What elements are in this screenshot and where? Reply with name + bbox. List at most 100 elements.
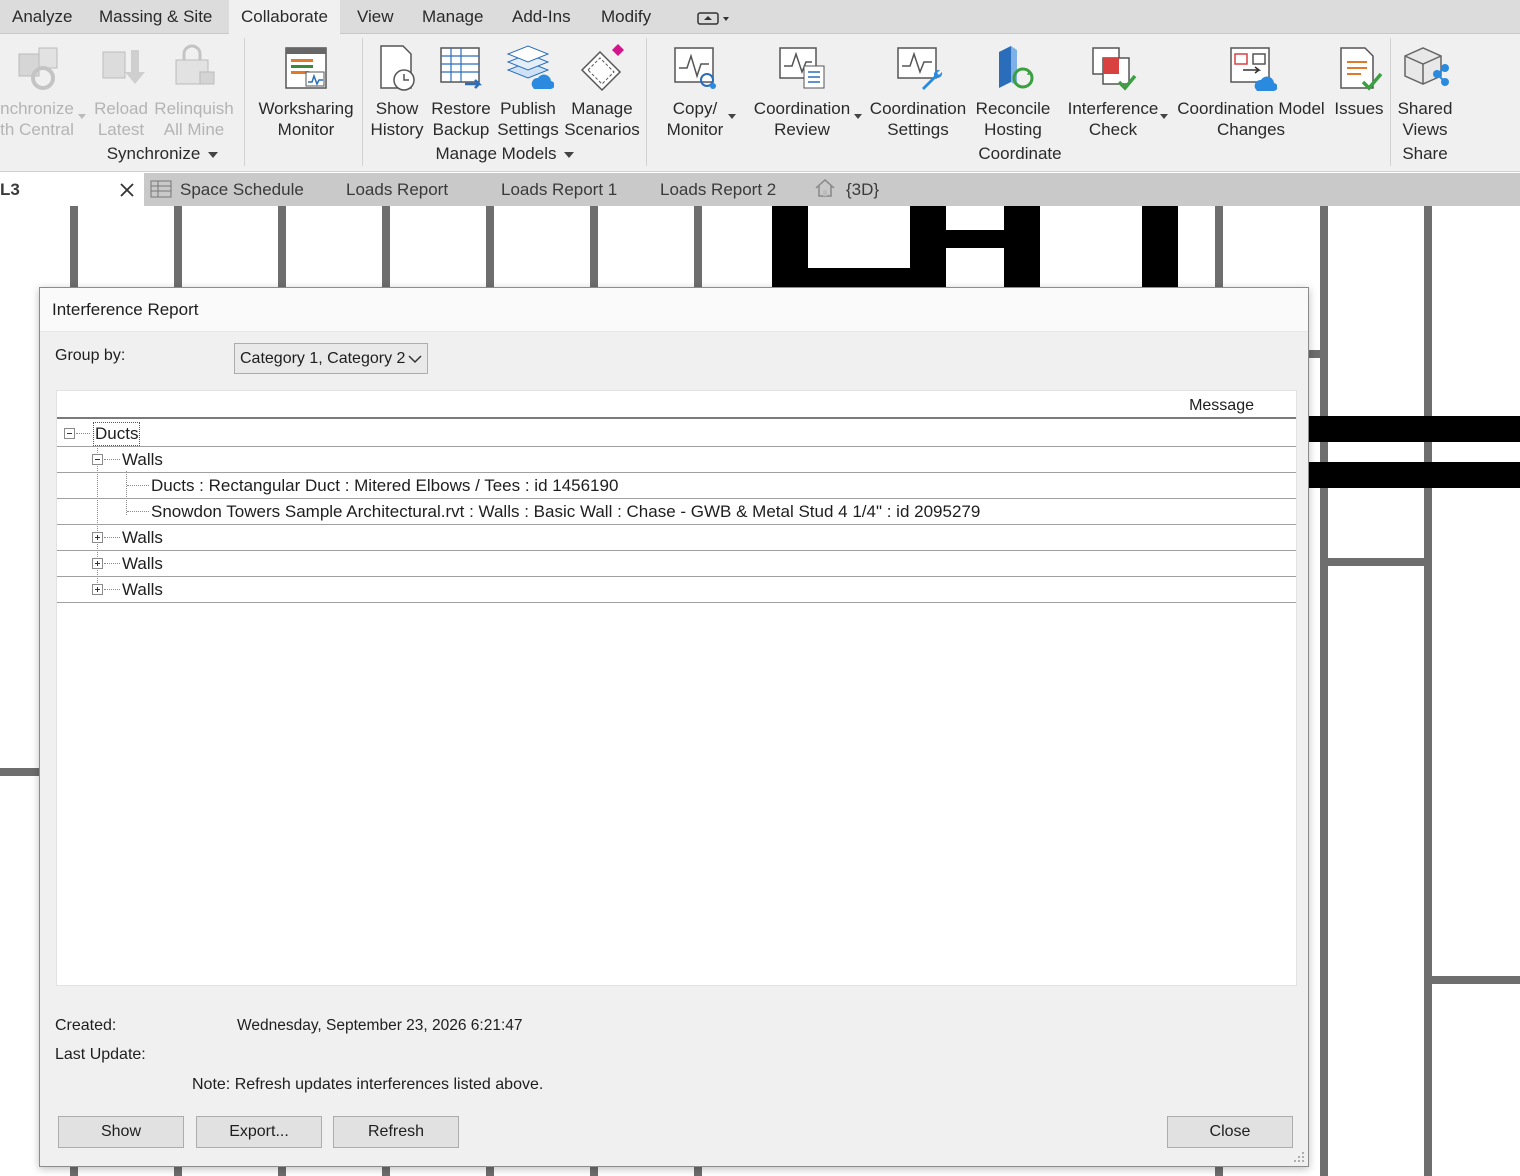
view-tab-bar: L3 Space Schedule Loads Report Loads Rep… [0,173,1520,207]
issues-button[interactable]: Issues [1332,40,1386,119]
show-history-button[interactable]: Show History [368,40,426,140]
coordination-model-changes-button[interactable]: Coordination Model Changes [1172,40,1330,140]
menu-add-ins[interactable]: Add-Ins [500,0,583,34]
tab-loads-report[interactable]: Loads Report [346,173,448,206]
refresh-note: Note: Refresh updates interferences list… [192,1076,544,1093]
message-column-header: Message [1189,397,1254,414]
tree-node-walls[interactable]: Walls [57,551,1296,577]
tree-column-header[interactable]: Message [57,391,1296,419]
reconcile-hosting-button[interactable]: Reconcile Hosting [972,40,1054,140]
group-by-value: Category 1, Category 2 [240,350,406,367]
dialog-title: Interference Report [52,300,199,319]
manage-scenarios-button[interactable]: Manage Scenarios [564,40,640,140]
coordination-review-icon [779,47,825,89]
copy-monitor-dropdown-arrow[interactable] [728,114,736,119]
tree-connector [127,511,149,512]
wall-element [910,206,946,288]
chevron-down-icon [408,355,422,364]
wall-line [1324,558,1424,566]
collapse-icon[interactable] [92,454,103,465]
interference-check-dropdown-arrow[interactable] [1160,114,1168,119]
tree-connector [76,433,90,434]
coordination-settings-icon [897,47,943,90]
tab-loads-report-2[interactable]: Loads Report 2 [660,173,776,206]
export-button[interactable]: Export... [196,1116,322,1148]
reload-latest-button[interactable]: Reload Latest [92,40,150,140]
group-by-label: Group by: [55,347,126,364]
restore-backup-icon [440,47,483,89]
refresh-button[interactable]: Refresh [333,1116,459,1148]
tree-leaf-interference[interactable]: Ducts : Rectangular Duct : Mitered Elbow… [57,473,1296,499]
last-update-label: Last Update: [55,1046,146,1063]
close-icon[interactable] [119,182,135,198]
contextual-tab-dropdown[interactable] [688,0,742,34]
ribbon: nchronize th Central Reload Latest Relin… [0,34,1520,172]
shared-views-button[interactable]: Shared Views [1394,40,1456,140]
group-by-select[interactable]: Category 1, Category 2 [234,343,428,374]
synchronize-with-central-button[interactable]: nchronize th Central [0,40,78,140]
wall-element [946,230,1040,248]
wall-element [1300,416,1520,442]
interference-tree[interactable]: Message Ducts Walls Ducts : Rectangular … [56,390,1297,986]
collapse-icon[interactable] [64,428,75,439]
reconcile-hosting-icon [999,46,1034,89]
interference-report-dialog: Interference Report Group by: Category 1… [39,287,1309,1167]
coordination-settings-button[interactable]: Coordination Settings [866,40,970,140]
show-button[interactable]: Show [58,1116,184,1148]
dialog-title-bar[interactable]: Interference Report [40,288,1308,332]
interference-check-button[interactable]: Interference Check [1064,40,1162,140]
resize-grip-icon[interactable] [1293,1151,1305,1163]
shared-views-icon [1404,47,1449,86]
tab-loads-report-1[interactable]: Loads Report 1 [501,173,617,206]
menu-manage[interactable]: Manage [410,0,495,34]
tab-space-schedule[interactable]: Space Schedule [150,173,304,206]
tree-node-walls[interactable]: Walls [57,577,1296,603]
menu-analyze[interactable]: Analyze [0,0,84,34]
wall-element [1300,462,1520,488]
tree-connector [127,485,149,486]
coordination-review-dropdown-arrow[interactable] [854,114,862,119]
relinquish-all-mine-button[interactable]: Relinquish All Mine [152,40,236,140]
manage-models-group-label[interactable]: Manage Models [395,144,615,164]
show-history-icon [380,45,415,91]
tab-3d[interactable]: {3D} [814,173,879,206]
worksharing-monitor-icon [285,47,327,89]
coordination-review-button[interactable]: Coordination Review [750,40,854,140]
tree-leaf-interference[interactable]: Snowdon Towers Sample Architectural.rvt … [57,499,1296,525]
issues-icon [1340,47,1383,91]
coordinate-group-label: Coordinate [978,144,1062,163]
close-button[interactable]: Close [1167,1116,1293,1148]
copy-monitor-button[interactable]: Copy/ Monitor [656,40,734,140]
synchronize-group-dropdown-icon [208,151,219,158]
expand-icon[interactable] [92,584,103,595]
manage-scenarios-icon [580,44,624,92]
menu-view[interactable]: View [345,0,406,34]
publish-settings-button[interactable]: Publish Settings [496,40,560,140]
coordination-model-changes-icon [1230,47,1277,92]
schedule-icon [150,180,172,198]
created-value: Wednesday, September 23, 2026 6:21:47 [237,1017,523,1034]
copy-monitor-icon [674,47,716,89]
tree-node-walls[interactable]: Walls [57,525,1296,551]
wall-element [1142,206,1178,288]
synchronize-dropdown-arrow[interactable] [78,114,86,119]
ribbon-separator [244,38,245,166]
tree-node-walls[interactable]: Walls [57,447,1296,473]
restore-backup-button[interactable]: Restore Backup [430,40,492,140]
menu-massing-site[interactable]: Massing & Site [87,0,224,34]
menu-collaborate[interactable]: Collaborate [229,0,340,35]
menu-modify[interactable]: Modify [589,0,663,34]
expand-icon[interactable] [92,558,103,569]
wall-line [0,768,40,776]
expand-icon[interactable] [92,532,103,543]
interference-check-icon [1092,47,1137,91]
worksharing-monitor-button[interactable]: Worksharing Monitor [252,40,360,140]
synchronize-group-label[interactable]: Synchronize [90,144,235,164]
ribbon-separator [646,38,647,166]
tree-connector [104,459,120,460]
wall-line [1430,976,1520,984]
tab-l3[interactable]: L3 [0,173,144,207]
grid-column [1424,206,1432,1176]
tree-node-ducts[interactable]: Ducts [57,421,1296,447]
ribbon-separator [1390,38,1391,166]
